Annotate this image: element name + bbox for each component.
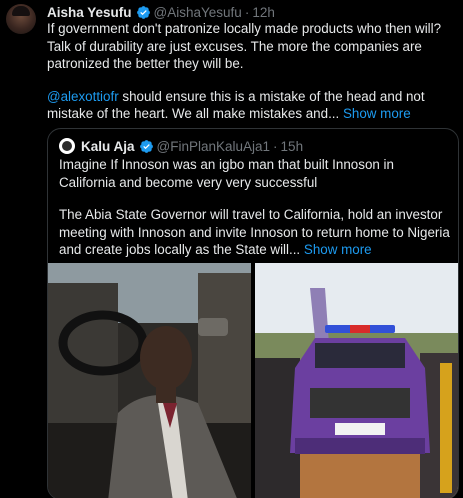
quoted-author-handle[interactable]: @FinPlanKaluAja1: [157, 139, 271, 154]
show-more-link[interactable]: Show more: [343, 106, 411, 121]
author-handle[interactable]: @AishaYesufu: [154, 5, 242, 20]
quoted-tweet[interactable]: Kalu Aja @FinPlanKaluAja1 · 15h Imagine …: [47, 128, 459, 498]
quoted-timestamp[interactable]: 15h: [281, 139, 304, 154]
quoted-tweet-header: Kalu Aja @FinPlanKaluAja1 · 15h: [59, 137, 303, 155]
photo-purple-suv-crowd-icon: [255, 263, 458, 498]
quoted-tweet-text: Imagine If Innoson was an igbo man that …: [59, 156, 451, 259]
photo-man-in-car-icon: [48, 263, 251, 498]
separator-dot: ·: [273, 138, 278, 154]
tweet-text: If government don't patronize locally ma…: [47, 20, 459, 123]
author-name[interactable]: Aisha Yesufu: [47, 5, 132, 20]
timestamp[interactable]: 12h: [252, 5, 275, 20]
avatar[interactable]: [6, 4, 36, 34]
quoted-paragraph-2-text: The Abia State Governor will travel to C…: [59, 207, 450, 257]
quoted-paragraph-2: The Abia State Governor will travel to C…: [59, 206, 451, 259]
quoted-author-name[interactable]: Kalu Aja: [81, 139, 135, 154]
tweet[interactable]: Aisha Yesufu @AishaYesufu · 12h If gover…: [0, 0, 463, 498]
quoted-avatar[interactable]: [59, 138, 75, 154]
media-grid: [48, 263, 458, 498]
photo-man-in-car[interactable]: [48, 263, 251, 498]
mention-link[interactable]: @alexottiofr: [47, 89, 119, 104]
separator-dot: ·: [244, 4, 250, 20]
quoted-paragraph-1: Imagine If Innoson was an igbo man that …: [59, 157, 394, 190]
photo-purple-suv-crowd[interactable]: [255, 263, 458, 498]
verified-badge-icon: [136, 5, 150, 19]
tweet-header: Aisha Yesufu @AishaYesufu · 12h: [47, 3, 275, 21]
tweet-paragraph-2: @alexottiofr should ensure this is a mis…: [47, 88, 459, 123]
quoted-show-more-link[interactable]: Show more: [304, 242, 372, 257]
verified-badge-icon: [139, 139, 153, 153]
tweet-paragraph-1: If government don't patronize locally ma…: [47, 21, 442, 71]
